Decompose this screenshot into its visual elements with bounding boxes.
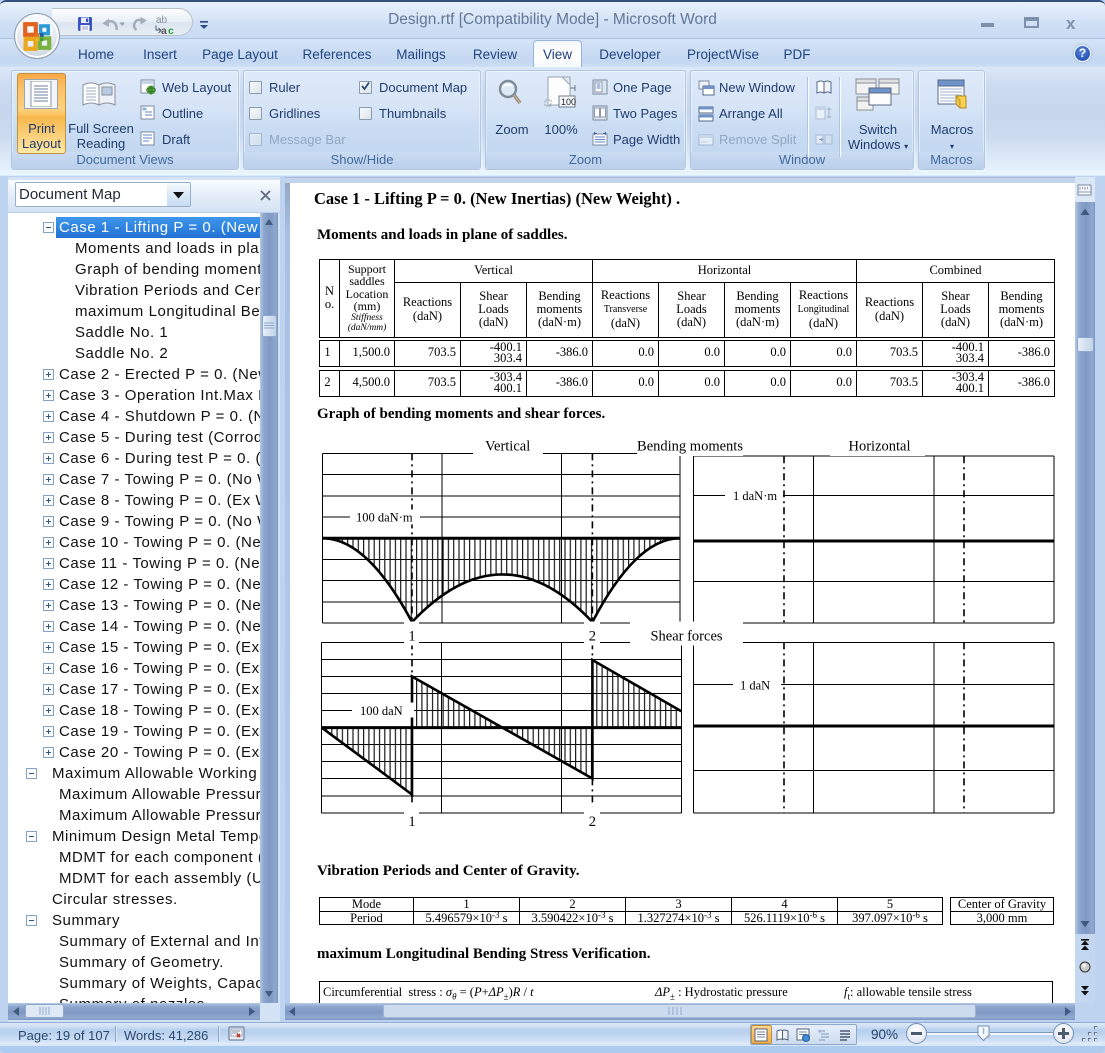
svg-text:100 daN·m: 100 daN·m [356, 511, 413, 525]
svg-text:Shear forces: Shear forces [650, 629, 722, 645]
svg-text:1: 1 [408, 629, 415, 645]
svg-text:1 daN·m: 1 daN·m [733, 489, 777, 503]
svg-text:Vertical: Vertical [485, 439, 530, 455]
svg-text:2: 2 [589, 629, 596, 645]
svg-text:c: c [168, 25, 174, 36]
svg-text:a: a [161, 25, 167, 36]
svg-text:Horizontal: Horizontal [848, 439, 910, 455]
svg-text:100: 100 [561, 97, 576, 107]
svg-text:Bending moments: Bending moments [637, 439, 743, 455]
svg-text:1: 1 [408, 814, 415, 830]
svg-text:100 daN: 100 daN [360, 704, 403, 718]
svg-text:1 daN: 1 daN [740, 678, 770, 692]
svg-text:2: 2 [589, 814, 596, 830]
